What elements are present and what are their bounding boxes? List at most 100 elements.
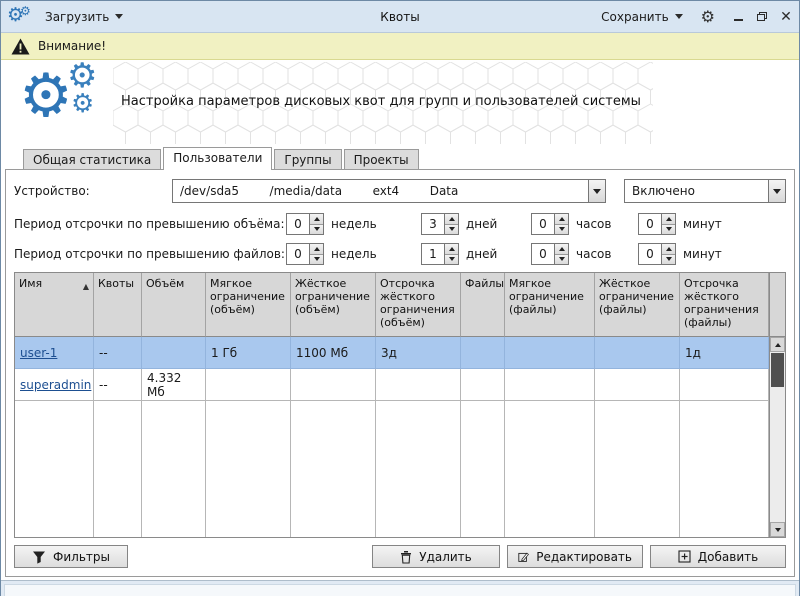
settings-gear-button[interactable]: ⚙ [699,9,717,25]
tab-groups[interactable]: Группы [274,149,341,169]
column-header[interactable]: Квоты [94,273,142,337]
spinner-value[interactable]: 0 [287,214,309,234]
column-header[interactable]: Имя▲ [15,273,94,337]
table-filler-cell [291,401,376,537]
spinner-value[interactable]: 3 [422,214,444,234]
restore-icon [757,12,767,21]
arrow-up-icon [775,343,781,347]
table-cell[interactable]: -- [94,337,142,369]
table-cell[interactable] [595,369,680,401]
spinner-down-button[interactable] [445,255,458,265]
device-combo-dropdown-button[interactable] [588,180,605,202]
warning-banner: Внимание! [1,33,799,60]
table-cell[interactable]: 3д [376,337,461,369]
column-header[interactable]: Отсрочка жёсткого ограничения (файлы) [680,273,769,337]
volume-days-spinner[interactable]: 3 [421,213,459,235]
row-name-link[interactable]: user-1 [20,346,57,360]
table-cell[interactable]: 4.332 Мб [142,369,206,401]
table-cell[interactable] [376,369,461,401]
table-cell[interactable] [505,337,595,369]
status-bar [1,580,799,596]
volume-minutes-spinner[interactable]: 0 [638,213,676,235]
table-cell[interactable]: superadmin [15,369,94,401]
spinner-down-button[interactable] [310,225,323,235]
tab-projects[interactable]: Проекты [344,149,419,169]
column-header[interactable]: Жёсткое ограничение (файлы) [595,273,680,337]
spinner-down-button[interactable] [662,225,675,235]
spinner-up-button[interactable] [555,244,568,255]
arrow-down-icon [666,227,672,231]
arrow-up-icon [449,217,455,221]
load-menu-button[interactable]: Загрузить [39,7,129,27]
spinner-value[interactable]: 0 [532,244,554,264]
table-cell[interactable]: 1100 Мб [291,337,376,369]
spinner-down-button[interactable] [310,255,323,265]
close-button[interactable]: ✕ [779,10,793,24]
scroll-up-button[interactable] [770,337,785,352]
quota-state-combo[interactable]: Включено [624,179,786,203]
spinner-value[interactable]: 0 [532,214,554,234]
warning-text: Внимание! [38,39,106,53]
spinner-value[interactable]: 0 [639,214,661,234]
scrollbar-thumb[interactable] [771,353,784,387]
spinner-value[interactable]: 0 [639,244,661,264]
spinner-up-button[interactable] [445,214,458,225]
delete-button-label: Удалить [419,550,472,564]
volume-hours-spinner[interactable]: 0 [531,213,569,235]
table-cell[interactable] [461,337,505,369]
column-header[interactable]: Отсрочка жёсткого ограничения (объём) [376,273,461,337]
spinner-up-button[interactable] [310,244,323,255]
spinner-down-button[interactable] [662,255,675,265]
column-header[interactable]: Объём [142,273,206,337]
table-cell[interactable] [505,369,595,401]
device-combo-value[interactable]: /dev/sda5 /media/data ext4 Data [173,180,588,202]
delete-button[interactable]: Удалить [372,545,500,568]
column-header[interactable]: Мягкое ограничение (файлы) [505,273,595,337]
scrollbar-track[interactable] [770,352,785,522]
scroll-down-button[interactable] [770,522,785,537]
files-hours-spinner[interactable]: 0 [531,243,569,265]
table-cell[interactable] [595,337,680,369]
column-header[interactable]: Жёсткое ограничение (объём) [291,273,376,337]
vertical-scrollbar[interactable] [769,273,785,537]
spinner-up-button[interactable] [445,244,458,255]
column-header[interactable]: Файлы [461,273,505,337]
table-cell[interactable] [206,369,291,401]
files-weeks-spinner[interactable]: 0 [286,243,324,265]
spinner-down-button[interactable] [445,225,458,235]
files-days-spinner[interactable]: 1 [421,243,459,265]
files-minutes-spinner[interactable]: 0 [638,243,676,265]
table-cell[interactable]: user-1 [15,337,94,369]
spinner-down-button[interactable] [555,255,568,265]
spinner-down-button[interactable] [555,225,568,235]
spinner-up-button[interactable] [310,214,323,225]
maximize-button[interactable] [755,10,769,24]
minimize-button[interactable] [731,10,745,24]
table-filler-cell [15,401,94,537]
add-button[interactable]: Добавить [650,545,786,568]
save-menu-button[interactable]: Сохранить [595,7,689,27]
spinner-up-button[interactable] [555,214,568,225]
column-header[interactable]: Мягкое ограничение (объём) [206,273,291,337]
row-name-link[interactable]: superadmin [20,378,91,392]
table-cell[interactable]: -- [94,369,142,401]
table-cell[interactable] [142,337,206,369]
table-cell[interactable] [461,369,505,401]
tab-general-stats[interactable]: Общая статистика [23,149,161,169]
volume-weeks-spinner[interactable]: 0 [286,213,324,235]
spinner-value[interactable]: 1 [422,244,444,264]
spinner-value[interactable]: 0 [287,244,309,264]
arrow-down-icon [314,227,320,231]
spinner-up-button[interactable] [662,244,675,255]
filters-button[interactable]: Фильтры [14,545,128,568]
table-cell[interactable]: 1 Гб [206,337,291,369]
device-combo[interactable]: /dev/sda5 /media/data ext4 Data [172,179,606,203]
table-cell[interactable] [680,369,769,401]
edit-button[interactable]: Редактировать [507,545,643,568]
tab-users[interactable]: Пользователи [163,147,272,170]
spinner-up-button[interactable] [662,214,675,225]
quota-state-dropdown-button[interactable] [768,180,785,202]
table-cell[interactable] [291,369,376,401]
quota-state-value[interactable]: Включено [625,180,768,202]
table-cell[interactable]: 1д [680,337,769,369]
